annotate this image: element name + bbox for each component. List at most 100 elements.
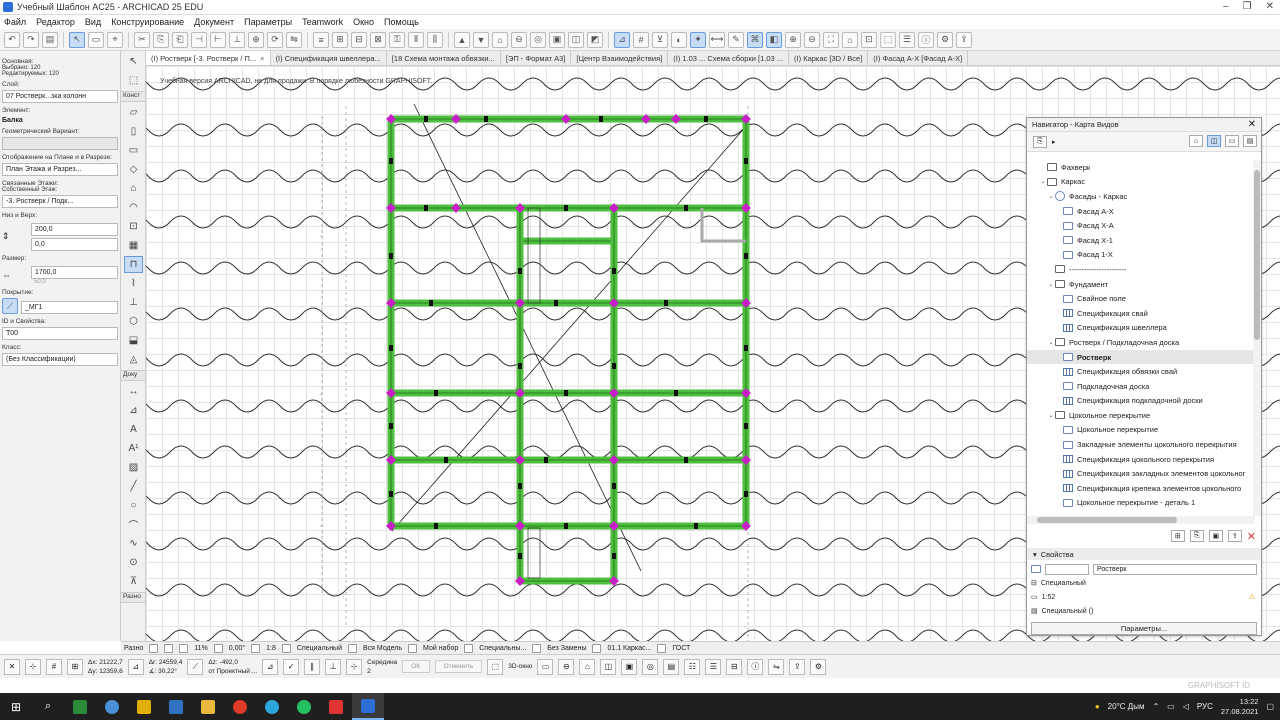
tab-frame-3d[interactable]: (I) Каркас [3D / Все] — [789, 51, 869, 65]
layout-book-icon[interactable]: ▭ — [1225, 135, 1239, 147]
scale-value[interactable]: 1:8 — [266, 645, 276, 652]
tree-item[interactable]: ⌄ Фундамент — [1027, 277, 1255, 292]
arrow-tool-icon[interactable]: ↖ — [124, 53, 143, 70]
tree-item[interactable]: Спецификация крепежа элементов цокольног… — [1027, 481, 1255, 496]
close-icon[interactable]: ✕ — [1248, 119, 1256, 130]
update-view-icon[interactable]: ⇪ — [1227, 530, 1242, 542]
redo-icon[interactable]: ↷ — [23, 31, 39, 48]
split-icon[interactable]: ⊢ — [210, 31, 226, 48]
pen-set-select[interactable]: Специальный — [297, 645, 342, 652]
layout-icon[interactable]: ▤ — [663, 658, 680, 675]
publisher-icon[interactable]: ▤ — [1243, 135, 1257, 147]
check-icon[interactable]: ✓ — [283, 658, 300, 675]
trim-icon[interactable]: ⊣ — [191, 31, 207, 48]
fill-tool-icon[interactable]: ▨ — [124, 459, 143, 476]
cover-fill-icon[interactable]: ⟋ — [2, 298, 18, 314]
new-folder-icon[interactable]: ⊞ — [1170, 530, 1185, 542]
zoom-out-icon[interactable]: ⊖ — [804, 31, 820, 48]
trace-icon[interactable]: ◐ — [671, 31, 687, 48]
delete-icon[interactable]: ✕ — [1247, 530, 1256, 543]
renovation-icon[interactable]: ⌘ — [747, 31, 763, 48]
tree-item[interactable]: Фасад А-Х — [1027, 204, 1255, 219]
size-input[interactable]: 1700,0 — [31, 266, 118, 279]
project-map-icon[interactable]: ⌂ — [1189, 135, 1203, 147]
beam-active-tool-icon[interactable]: ⊓ — [124, 256, 143, 273]
navigator-menu-icon[interactable]: ⎘ — [1033, 135, 1047, 148]
layer-select[interactable]: 07 Ростверк...зка колонн — [2, 90, 118, 103]
interior-icon[interactable]: ◫ — [568, 31, 584, 48]
relative-coords-icon[interactable]: ✕ — [4, 658, 20, 675]
figure-tool-icon[interactable]: ⊼ — [124, 573, 143, 590]
guides-icon[interactable]: ⊞ — [67, 658, 83, 675]
organizer-icon[interactable]: ⊟ — [726, 658, 743, 675]
close-tab-icon[interactable]: × — [260, 54, 264, 63]
ungroup-icon[interactable]: ⊟ — [351, 31, 367, 48]
app-icon[interactable] — [96, 693, 128, 720]
view-name-field[interactable]: Ростверк — [1093, 563, 1257, 575]
railing-tool-icon[interactable]: ⊥ — [124, 294, 143, 311]
reference-level[interactable]: от Проектный ... — [208, 667, 257, 676]
menu-file[interactable]: Файл — [4, 17, 26, 27]
adjust-icon[interactable]: ⊥ — [229, 31, 245, 48]
detail-icon[interactable]: ◎ — [642, 658, 659, 675]
worksheet-icon[interactable]: ▣ — [621, 658, 638, 675]
label-tool-icon[interactable]: A¹ — [124, 440, 143, 457]
snap-mode-value[interactable]: Середина — [367, 658, 397, 667]
parallel-icon[interactable]: ∥ — [304, 658, 321, 675]
detail-icon[interactable]: ◎ — [530, 31, 546, 48]
tab-facade-a-x[interactable]: (I) Фасад А-Х [Фасад А-Х] — [868, 51, 969, 65]
worksheet-icon[interactable]: ▣ — [549, 31, 565, 48]
save-view-icon[interactable]: ▣ — [1208, 530, 1223, 542]
expand-arrow-icon[interactable]: ⌄ — [1039, 178, 1047, 185]
partial-structure-icon[interactable]: ◧ — [766, 31, 782, 48]
tree-item[interactable]: ⌄ Ростверк / Подкладочная доска — [1027, 335, 1255, 350]
schedule-icon[interactable]: ☷ — [684, 658, 701, 675]
close-button[interactable]: ✕ — [1266, 1, 1274, 12]
notes-icon[interactable] — [128, 693, 160, 720]
3d-window-icon[interactable]: ⬚ — [880, 31, 896, 48]
pet-palette-icon[interactable]: ⌖ — [107, 31, 123, 48]
curtain-wall-tool-icon[interactable]: ▦ — [124, 237, 143, 254]
publish-icon[interactable]: ⇪ — [956, 31, 972, 48]
mesh-tool-icon[interactable]: ◬ — [124, 351, 143, 368]
renovation-filter-select[interactable]: 01.1 Каркас... — [607, 645, 651, 652]
intersect-icon[interactable]: ⊕ — [248, 31, 264, 48]
tree-item[interactable]: Цокольное перекрытие — [1027, 423, 1255, 438]
teamwork-icon[interactable]: ⇋ — [768, 658, 785, 675]
print-icon[interactable]: ▤ — [42, 31, 58, 48]
model-view-select[interactable]: Вся Модель — [363, 645, 402, 652]
navigator-icon[interactable]: ☰ — [705, 658, 722, 675]
id-input[interactable]: Т00 — [2, 327, 118, 340]
bottom-height-input[interactable]: 0,0 — [31, 238, 118, 251]
tree-item[interactable]: Фахверк — [1027, 160, 1255, 175]
marquee-icon[interactable]: ▭ — [88, 31, 104, 48]
navigator-vertical-scrollbar[interactable] — [1253, 160, 1261, 516]
3d-window-icon[interactable]: ⬚ — [487, 658, 504, 675]
interior-elevation-icon[interactable]: ◫ — [600, 658, 617, 675]
scroll-thumb[interactable] — [1037, 517, 1177, 523]
info-icon[interactable]: ⓘ — [747, 658, 764, 675]
marquee-tool-icon[interactable]: ⬚ — [124, 72, 143, 89]
graphisoft-id-label[interactable]: GRAPHISOFT ID — [1188, 681, 1250, 690]
tree-item[interactable]: Подкладочная доска — [1027, 379, 1255, 394]
menu-view[interactable]: Вид — [85, 17, 101, 27]
stair-tool-icon[interactable]: ⌇ — [124, 275, 143, 292]
class-select[interactable]: (Без Классификации) — [2, 353, 118, 366]
volume-icon[interactable]: ◁ — [1183, 702, 1189, 711]
view-id-field[interactable] — [1045, 563, 1089, 575]
paste-icon[interactable]: ⎗ — [172, 31, 188, 48]
clone-view-icon[interactable]: ⎘ — [1189, 530, 1204, 542]
undo-zoom-icon[interactable] — [149, 643, 159, 653]
chevron-up-icon[interactable]: ⌃ — [1152, 702, 1159, 711]
3d-document-icon[interactable]: ◩ — [587, 31, 603, 48]
slab-tool-icon[interactable]: ◇ — [124, 161, 143, 178]
weather-text[interactable]: 20°C Дым — [1108, 702, 1145, 711]
tree-item[interactable]: ----------------------- — [1027, 262, 1255, 277]
calculator-icon[interactable] — [160, 693, 192, 720]
undo-icon[interactable]: ↶ — [4, 31, 20, 48]
whatsapp-icon[interactable] — [288, 693, 320, 720]
rotate-icon[interactable]: ⟳ — [267, 31, 283, 48]
tree-item[interactable]: Спецификация швеллера — [1027, 321, 1255, 336]
gravity-icon[interactable]: ⊻ — [652, 31, 668, 48]
language-indicator[interactable]: РУС — [1197, 702, 1213, 711]
